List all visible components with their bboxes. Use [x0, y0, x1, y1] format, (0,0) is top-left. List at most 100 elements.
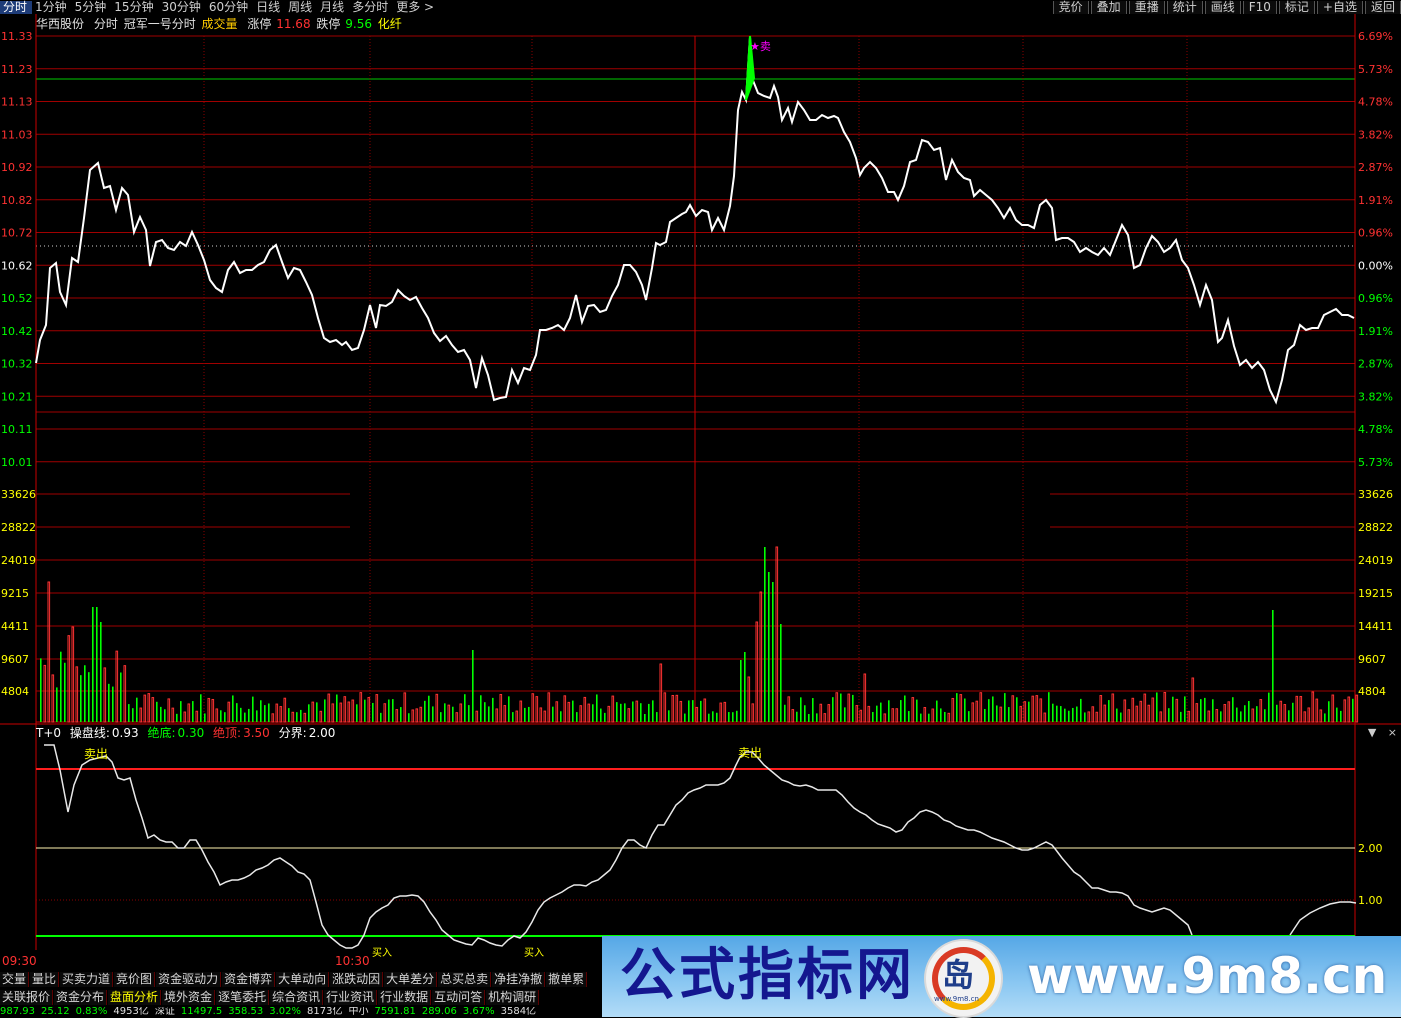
volume-bar-103 [452, 706, 454, 722]
volume-bar-203 [852, 694, 854, 722]
volume-bar-113 [492, 697, 494, 722]
vol-label-right-6: 4804 [1358, 685, 1386, 698]
volume-bar-175 [740, 660, 742, 722]
analysis-subtab-3[interactable]: 境外资金 [162, 990, 216, 1005]
close-icon[interactable]: × [1388, 726, 1397, 739]
volume-bar-317 [1307, 707, 1311, 723]
volume-bar-257 [1068, 710, 1070, 722]
period-tab-2[interactable]: 5分钟 [72, 1, 112, 14]
volume-bar-278 [1151, 697, 1155, 723]
volume-bar-205 [859, 709, 863, 723]
price-label-left-8: 10.52 [1, 292, 33, 305]
period-tab-7[interactable]: 周线 [285, 1, 317, 14]
analysis-tab-6[interactable]: 大单动向 [276, 972, 330, 987]
analysis-subtab-4[interactable]: 逐笔委托 [216, 990, 270, 1005]
period-tab-0[interactable]: 分时 [0, 1, 33, 14]
volume-bar-139 [596, 694, 598, 722]
analysis-tab-9[interactable]: 总买总卖 [438, 972, 492, 987]
toolbar-button-6[interactable]: 标记 [1278, 1, 1315, 14]
analysis-tab-7[interactable]: 涨跌动因 [330, 972, 384, 987]
analysis-tab-8[interactable]: 大单差分 [384, 972, 438, 987]
volume-bar-292 [1207, 710, 1211, 723]
analysis-subtab-2[interactable]: 盘面分析 [108, 990, 162, 1005]
intraday-chart[interactable]: 11.33 6.69% 11.23 5.73% 11.13 4.78% 11.03 3.82%… [0, 0, 1401, 1017]
analysis-tab-4[interactable]: 资金驱动力 [156, 972, 222, 987]
toolbar-button-8[interactable]: 返回 [1364, 1, 1401, 14]
volume-bar-159 [675, 694, 679, 723]
volume-bar-275 [1139, 700, 1143, 723]
volume-bar-277 [1147, 704, 1151, 723]
period-tab-3[interactable]: 15分钟 [111, 1, 158, 14]
period-tab-4[interactable]: 30分钟 [159, 1, 206, 14]
volume-bar-130 [560, 711, 562, 722]
period-tab-1[interactable]: 1分钟 [32, 1, 72, 14]
volume-bar-61 [283, 697, 287, 723]
analysis-subtab-7[interactable]: 行业数据 [378, 990, 432, 1005]
period-tab-6[interactable]: 日线 [253, 1, 285, 14]
volume-bar-3 [51, 674, 55, 723]
toolbar-button-7[interactable]: +自选 [1316, 1, 1363, 14]
volume-bars [40, 546, 1359, 723]
analysis-subtab-8[interactable]: 互动问答 [432, 990, 486, 1005]
analysis-tab-2[interactable]: 买卖力道 [60, 972, 114, 987]
analysis-tab-5[interactable]: 资金博弈 [222, 972, 276, 987]
analysis-tab-0[interactable]: 交量 [0, 972, 30, 987]
volume-bar-48 [232, 695, 234, 722]
volume-bar-147 [627, 708, 631, 723]
analysis-subtab-5[interactable]: 综合资讯 [270, 990, 324, 1005]
analysis-subtab-1[interactable]: 资金分布 [54, 990, 108, 1005]
volume-bar-328 [1352, 698, 1354, 722]
volume-bar-135 [579, 705, 583, 723]
chevron-down-icon[interactable]: ▼ [1368, 726, 1376, 739]
sector-label[interactable]: 化纤 [378, 17, 402, 31]
toolbar-button-2[interactable]: 重播 [1128, 1, 1165, 14]
analysis-tab-1[interactable]: 量比 [30, 972, 60, 987]
indicator-name[interactable]: 冠军一号分时 [124, 17, 196, 31]
volume-bar-313 [1292, 702, 1294, 722]
ticker-item-4: 深证 [154, 1007, 175, 1017]
volume-bar-128 [552, 706, 554, 722]
volume-bar-217 [908, 711, 910, 722]
volume-bar-24 [136, 697, 138, 722]
volume-bar-105 [459, 703, 463, 723]
volume-bar-319 [1315, 698, 1319, 723]
indicator-controls: ▼ × [1368, 726, 1397, 739]
toolbar-button-5[interactable]: F10 [1242, 1, 1277, 14]
period-tab-10[interactable]: 更多 > [393, 1, 439, 14]
toolbar-button-0[interactable]: 竞价 [1052, 1, 1089, 14]
ticker-item-7: 3.02% [269, 1007, 302, 1017]
period-tab-8[interactable]: 月线 [317, 1, 349, 14]
volume-bar-329 [1355, 694, 1359, 723]
price-label-right-4: 2.87% [1358, 161, 1393, 174]
period-tab-5[interactable]: 60分钟 [206, 1, 253, 14]
price-label-left-11: 10.21 [1, 390, 33, 403]
banner-url: www.9m8.cn [1027, 947, 1388, 1005]
stock-name[interactable]: 华西股份 [36, 17, 84, 31]
volume-bar-249 [1035, 695, 1039, 723]
price-label-right-7: 0.00% [1358, 259, 1393, 272]
volume-bar-101 [444, 703, 446, 722]
price-label-right-5: 1.91% [1358, 194, 1393, 207]
volume-bar-125 [539, 707, 543, 723]
volume-bar-197 [827, 704, 831, 723]
volume-bar-137 [587, 703, 591, 723]
toolbar-button-4[interactable]: 画线 [1204, 1, 1241, 14]
analysis-tab-10[interactable]: 净挂净撤 [492, 972, 546, 987]
toolbar-button-3[interactable]: 统计 [1166, 1, 1203, 14]
analysis-tab-3[interactable]: 竞价图 [114, 972, 156, 987]
volume-bar-144 [616, 702, 618, 722]
period-tab-9[interactable]: 多分时 [349, 1, 393, 14]
volume-bar-51 [244, 712, 246, 722]
analysis-subtab-9[interactable]: 机构调研 [486, 990, 540, 1005]
volume-bar-256 [1064, 708, 1066, 722]
analysis-subtab-0[interactable]: 关联报价 [0, 990, 54, 1005]
indicator-series-line [44, 744, 1193, 949]
volume-bar-223 [931, 708, 935, 723]
toolbar-button-1[interactable]: 叠加 [1090, 1, 1127, 14]
volume-bar-239 [996, 705, 998, 722]
indicator-boundary-value: 2.00 [308, 726, 336, 740]
analysis-subtab-6[interactable]: 行业资讯 [324, 990, 378, 1005]
volume-bar-82 [367, 696, 371, 723]
analysis-tab-11[interactable]: 撤单累 [546, 972, 588, 987]
volume-bar-153 [652, 700, 654, 722]
